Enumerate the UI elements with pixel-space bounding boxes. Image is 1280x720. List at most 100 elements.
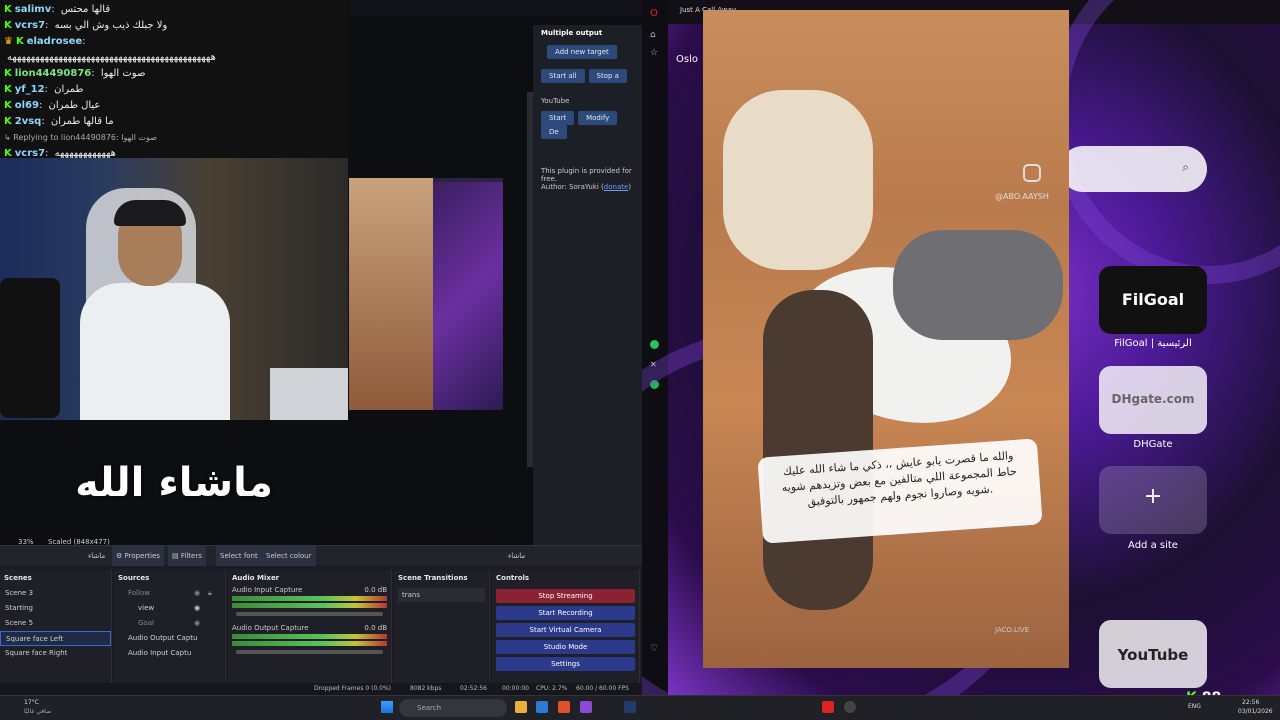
target-start-button[interactable]: Start: [541, 111, 575, 125]
video-handle: @ABO.AAYSH: [995, 192, 1049, 201]
volume-slider[interactable]: [236, 650, 383, 654]
photoshop-icon[interactable]: [624, 701, 636, 713]
youtube-logo: YouTube: [1117, 646, 1189, 664]
lock-icon[interactable]: 🔒︎: [208, 586, 212, 601]
select-font-button[interactable]: Select font: [216, 546, 262, 566]
home-icon[interactable]: ⌂: [650, 30, 656, 40]
scene-item[interactable]: Square face Right: [0, 646, 111, 661]
channel-name: Audio Output Capture: [232, 624, 309, 632]
plugin-note: This plugin is provided for free.: [541, 167, 632, 183]
brave-icon[interactable]: [558, 701, 570, 713]
opera-icon[interactable]: O: [650, 8, 658, 19]
source-item[interactable]: Audio Output Captu: [114, 631, 225, 646]
file-explorer-icon[interactable]: [515, 701, 527, 713]
channel-db: 0.0 dB: [364, 586, 387, 594]
scene-item[interactable]: Scene 3: [0, 586, 111, 601]
scene-item-selected[interactable]: Square face Left: [0, 631, 111, 646]
speed-dial-search[interactable]: ⌕: [1060, 146, 1207, 192]
thumbnail-video: [349, 178, 433, 410]
tile-filgoal[interactable]: FilGoal: [1099, 266, 1207, 334]
stop-all-button[interactable]: Stop a: [588, 69, 627, 83]
video-player[interactable]: [703, 10, 1069, 668]
stop-streaming-button[interactable]: Stop Streaming: [496, 589, 635, 603]
scene-transitions-title: Scene Transitions: [398, 574, 468, 582]
source-item[interactable]: view ◉: [114, 601, 225, 616]
cat-grey: [893, 230, 1063, 340]
plus-icon: +: [1143, 484, 1163, 509]
live-time: 02:52:56: [460, 685, 487, 692]
donate-link[interactable]: donate: [604, 183, 629, 191]
target-name: YouTube: [541, 97, 570, 105]
thumbnail-browser: [433, 182, 503, 410]
select-colour-button[interactable]: Select colour: [262, 546, 316, 566]
windows-taskbar: 17°C صافي غالبًا ENG 22:56 03/01/2026: [0, 695, 1280, 720]
bitrate: 8082 kbps: [410, 685, 442, 692]
right-source-name: ماشاء: [508, 552, 526, 560]
cat-orange: [723, 90, 873, 270]
target-delete-button[interactable]: De: [541, 125, 567, 139]
scene-item[interactable]: Scene 5: [0, 616, 111, 631]
windows-start-icon[interactable]: [381, 701, 393, 713]
opera-taskbar-icon[interactable]: [822, 701, 834, 713]
weather-location: Oslo: [676, 54, 698, 65]
transition-select[interactable]: trans: [398, 588, 485, 602]
start-virtual-camera-button[interactable]: Start Virtual Camera: [496, 623, 635, 637]
tile-add-site[interactable]: +: [1099, 466, 1207, 534]
start-all-button[interactable]: Start all: [541, 69, 585, 83]
eye-icon[interactable]: ◉: [194, 601, 200, 616]
start-recording-button[interactable]: Start Recording: [496, 606, 635, 620]
video-watermark: JACO.LIVE: [995, 626, 1030, 634]
multiple-output-panel: Multiple output Add new target Start all…: [533, 25, 642, 545]
whatsapp-icon[interactable]: [650, 340, 659, 349]
volume-meter: [232, 641, 387, 646]
audio-mixer-title: Audio Mixer: [232, 574, 280, 582]
microphone-arm: [0, 278, 60, 418]
add-target-button[interactable]: Add new target: [547, 45, 617, 59]
chat-line: K 2vsq: ما قالها طمران: [4, 116, 114, 127]
source-item[interactable]: Follow ◉ 🔒︎: [114, 586, 225, 601]
tile-youtube[interactable]: YouTube: [1099, 620, 1207, 688]
studio-mode-button[interactable]: Studio Mode: [496, 640, 635, 654]
filters-button[interactable]: ▤ Filters: [168, 546, 206, 566]
source-name: ماشاء: [88, 552, 106, 560]
clock-time[interactable]: 22:56: [1242, 699, 1259, 706]
filter-icon: ▤: [172, 552, 179, 560]
eye-icon[interactable]: ◉: [194, 616, 200, 631]
clock-date[interactable]: 03/01/2026: [1238, 708, 1273, 715]
obs-status-bar: Dropped Frames 0 (0.0%) 8082 kbps 02:52:…: [0, 683, 642, 695]
volume-meter: [232, 596, 387, 601]
taskbar-search[interactable]: Search: [399, 699, 507, 717]
desk-item: [270, 368, 348, 420]
tile-label: FilGoal | الرئيسية: [1114, 338, 1192, 349]
star-icon[interactable]: ☆: [650, 48, 658, 58]
chat-line: Kyf_12: طمران: [4, 84, 84, 95]
chat-line: هههههههههههههههههههههههههههههههههههههههه…: [7, 52, 216, 63]
dropped-frames: Dropped Frames 0 (0.0%): [314, 685, 392, 692]
visual-studio-icon[interactable]: [580, 701, 592, 713]
source-item[interactable]: Audio Input Captu: [114, 646, 225, 661]
dhgate-logo: DHgate.com: [1111, 392, 1195, 406]
source-item[interactable]: Goal ◉: [114, 616, 225, 631]
volume-slider[interactable]: [236, 612, 383, 616]
tile-label: DHGate: [1133, 439, 1173, 450]
tile-dhgate[interactable]: DHgate.com: [1099, 366, 1207, 434]
weather-temp: 17°C: [24, 699, 39, 706]
chat-line: ↳ Replying to lion44490876: صوت الهوا: [4, 133, 157, 142]
obs-taskbar-icon[interactable]: [844, 701, 856, 713]
settings-button[interactable]: Settings: [496, 657, 635, 671]
eye-icon[interactable]: ◉: [194, 586, 200, 601]
scene-transitions-dock: Scene Transitions trans: [394, 570, 490, 688]
streamer-cap: [114, 200, 186, 226]
lang-indicator[interactable]: ENG: [1188, 703, 1201, 710]
cpu-usage: CPU: 2.7%: [536, 685, 568, 692]
scenes-dock: Scenes Scene 3 Starting Scene 5 Square f…: [0, 570, 112, 688]
scene-item[interactable]: Starting: [0, 601, 111, 616]
target-modify-button[interactable]: Modify: [578, 111, 618, 125]
search-icon: ⌕: [1182, 160, 1189, 174]
overlay-text: ماشاء الله: [75, 460, 273, 506]
volume-meter: [232, 634, 387, 639]
properties-button[interactable]: ⚙ Properties: [112, 546, 164, 566]
audio-mixer-dock: Audio Mixer Audio Input Capture 0.0 dB Au…: [228, 570, 392, 688]
vscode-icon[interactable]: [536, 701, 548, 713]
volume-meter: [232, 603, 387, 608]
